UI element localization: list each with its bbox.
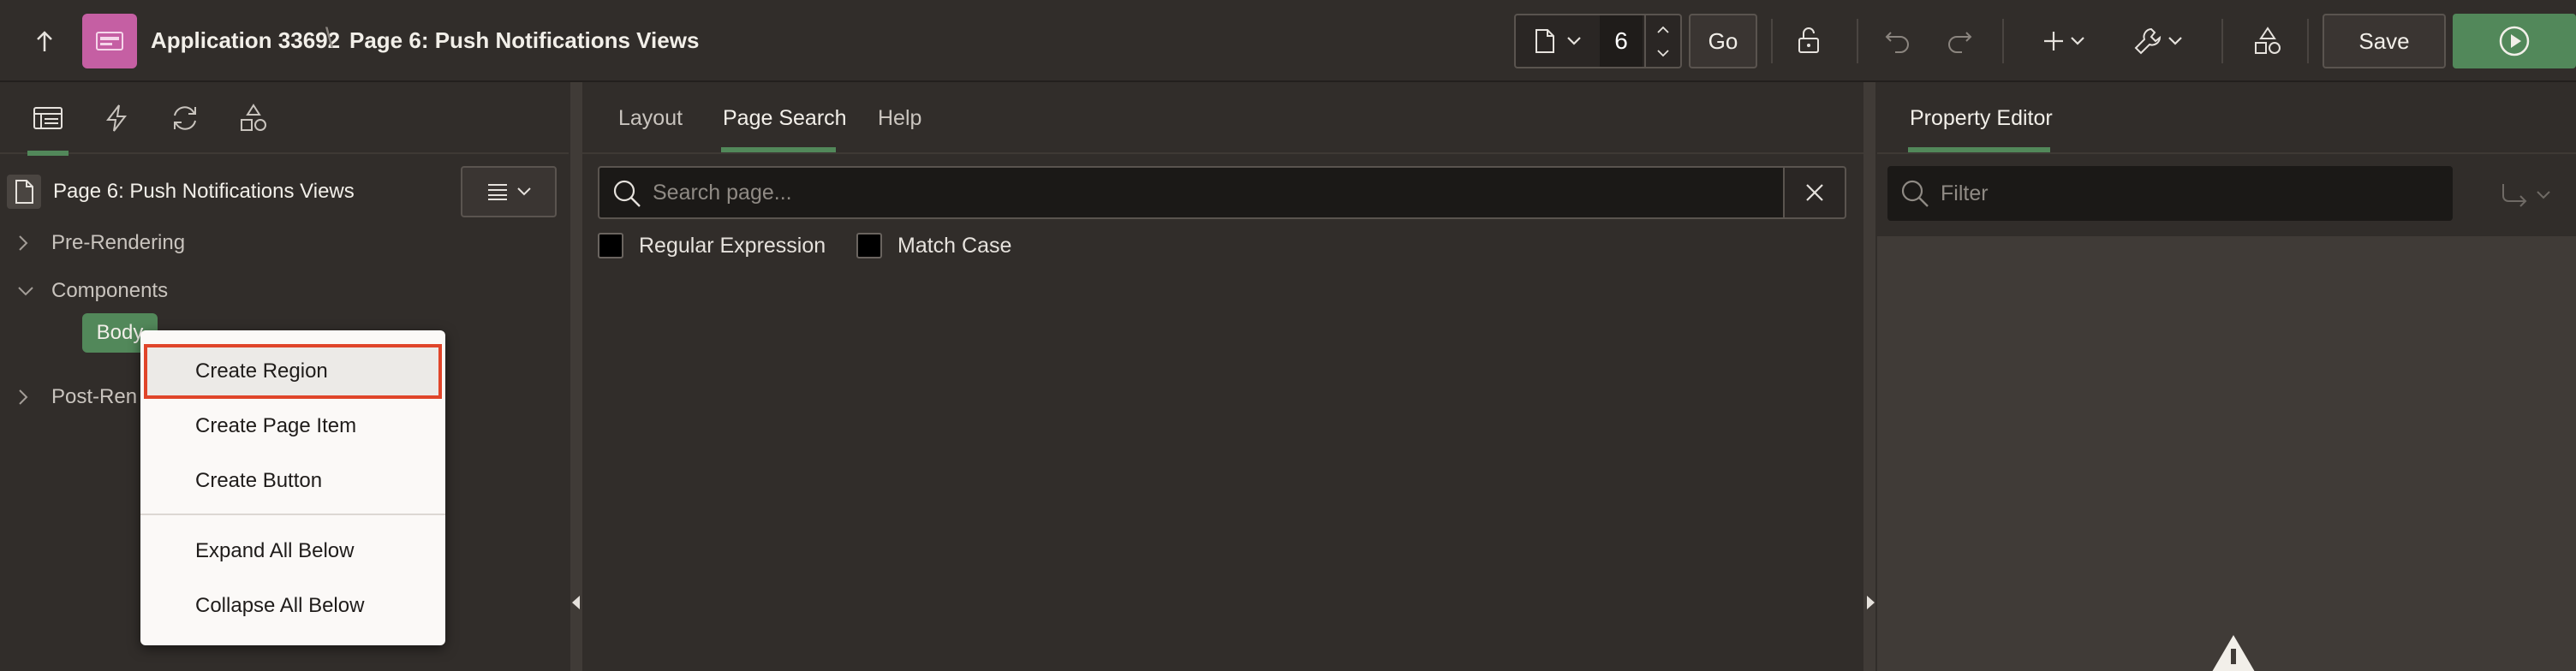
tab-help[interactable]: Help (878, 106, 921, 131)
tree-node-label: Post-Ren (51, 385, 138, 408)
toolbar-divider (1771, 19, 1773, 63)
menu-item-create-region[interactable]: Create Region (144, 344, 442, 399)
chevron-down-icon[interactable] (2163, 29, 2187, 53)
menu-item-create-page-item[interactable]: Create Page Item (140, 399, 445, 454)
app-logo[interactable] (82, 14, 137, 68)
tree-node-label: Pre-Rendering (51, 231, 186, 254)
lock-icon[interactable] (1793, 24, 1828, 58)
redo-icon[interactable] (1942, 24, 1977, 58)
chevron-right-icon[interactable] (17, 235, 29, 252)
checkbox-label: Regular Expression (639, 233, 826, 258)
undo-icon[interactable] (1881, 24, 1915, 58)
wrench-icon[interactable] (2129, 22, 2167, 60)
filter-input[interactable] (1941, 166, 2437, 221)
toolbar-divider (2221, 19, 2223, 63)
menu-item-collapse-all-below[interactable]: Collapse All Below (140, 579, 445, 633)
tab-property-editor[interactable]: Property Editor (1910, 106, 2053, 131)
menu-divider (140, 514, 445, 515)
tab-page-search[interactable]: Page Search (723, 106, 847, 131)
tree-node-components[interactable]: Components (17, 274, 168, 308)
go-to-group-icon[interactable] (2497, 178, 2531, 212)
clear-search-button[interactable] (1785, 166, 1846, 219)
match-case-checkbox[interactable]: Match Case (856, 233, 1011, 258)
tree-node-post-rendering[interactable]: Post-Ren (17, 380, 137, 414)
top-toolbar: Application 33692 \ Page 6: Push Notific… (0, 0, 2576, 82)
toolbar-divider (1857, 19, 1858, 63)
right-splitter[interactable] (1863, 82, 1875, 671)
menu-item-create-button[interactable]: Create Button (140, 454, 445, 508)
tree-root-label: Page 6: Push Notifications Views (53, 180, 355, 203)
processing-icon[interactable] (168, 101, 202, 135)
right-pane: Property Editor (1877, 82, 2576, 671)
close-icon (1806, 184, 1823, 201)
search-icon (613, 180, 641, 207)
checkbox-box[interactable] (856, 233, 882, 258)
tree-node-label: Components (51, 279, 169, 302)
property-editor-body (1877, 236, 2576, 671)
page-icon[interactable] (1528, 26, 1562, 56)
arrow-up-icon[interactable] (27, 24, 62, 58)
chevron-right-icon[interactable] (17, 389, 29, 406)
chevron-down-icon[interactable] (2531, 183, 2555, 207)
active-tab-indicator (721, 147, 836, 152)
page-icon (7, 175, 41, 209)
left-pane-tabs (0, 82, 569, 156)
active-tab-indicator (1908, 147, 2050, 152)
tree-menu-button[interactable] (461, 166, 557, 217)
page-designer: Application 33692 \ Page 6: Push Notific… (0, 0, 2576, 671)
checkbox-box[interactable] (598, 233, 623, 258)
page-selector: 6 (1514, 14, 1682, 68)
page-title: Page 6: Push Notifications Views (349, 27, 700, 53)
property-filter-field (1887, 166, 2453, 221)
spinner-down-icon[interactable] (1655, 45, 1672, 62)
collapse-left-icon[interactable] (572, 596, 580, 609)
tree-node-pre-rendering[interactable]: Pre-Rendering (17, 226, 185, 260)
chevron-down-icon[interactable] (17, 285, 34, 297)
breadcrumb-separator: \ (325, 22, 333, 53)
shared-components-icon[interactable] (236, 101, 271, 135)
menu-lines-icon (488, 184, 507, 200)
collapse-right-icon[interactable] (1867, 596, 1875, 609)
tree-root-page[interactable]: Page 6: Push Notifications Views (7, 175, 355, 209)
rendering-tree-icon[interactable] (27, 101, 69, 156)
dynamic-actions-icon[interactable] (99, 101, 134, 135)
go-button[interactable]: Go (1689, 14, 1757, 68)
regex-checkbox[interactable]: Regular Expression (598, 233, 826, 258)
center-tabs: Layout Page Search Help (582, 82, 1863, 154)
right-tabs: Property Editor (1877, 82, 2576, 154)
chevron-down-icon (517, 187, 531, 196)
search-input[interactable] (653, 168, 1766, 217)
page-number-input[interactable]: 6 (1600, 15, 1643, 67)
checkbox-label: Match Case (897, 233, 1012, 258)
run-button[interactable] (2453, 14, 2576, 68)
center-pane: Layout Page Search Help Regular Expressi… (582, 82, 1863, 671)
toolbar-divider (2307, 19, 2309, 63)
chevron-down-icon[interactable] (1562, 29, 1586, 53)
tab-layout[interactable]: Layout (618, 106, 683, 131)
left-splitter[interactable] (570, 82, 582, 671)
toolbar-divider (2002, 19, 2004, 63)
page-number-spinner (1644, 15, 1680, 67)
run-icon (2499, 26, 2530, 56)
search-icon (1901, 180, 1929, 207)
menu-item-expand-all-below[interactable]: Expand All Below (140, 524, 445, 579)
chevron-down-icon[interactable] (2066, 29, 2090, 53)
save-button[interactable]: Save (2323, 14, 2446, 68)
spinner-up-icon[interactable] (1655, 21, 1672, 38)
application-name[interactable]: Application 33692 (151, 27, 340, 54)
context-menu: Create Region Create Page Item Create Bu… (140, 330, 445, 645)
shapes-icon[interactable] (2249, 22, 2287, 60)
page-search-field (598, 166, 1785, 219)
warning-icon (2212, 635, 2255, 671)
